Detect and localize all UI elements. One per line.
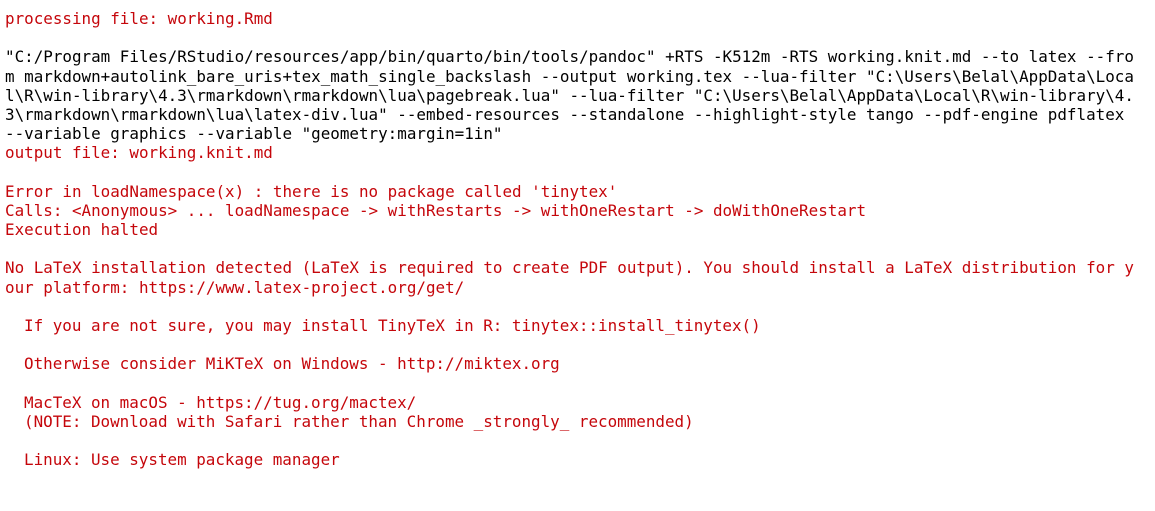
pandoc-command-line-2: m markdown+autolink_bare_uris+tex_math_s…	[5, 66, 1134, 86]
latex-missing-message-line-2: our platform: https://www.latex-project.…	[5, 277, 465, 297]
console-output[interactable]: processing file: working.Rmd "C:/Program…	[0, 0, 1155, 511]
pandoc-command-line-3: l\R\win-library\4.3\rmarkdown\rmarkdown\…	[5, 85, 1134, 105]
mactex-note: (NOTE: Download with Safari rather than …	[24, 411, 694, 431]
calls-traceback: Calls: <Anonymous> ... loadNamespace -> …	[5, 200, 867, 220]
miktex-tip: Otherwise consider MiKTeX on Windows - h…	[24, 354, 560, 374]
processing-file-message: processing file: working.Rmd	[5, 9, 273, 28]
pandoc-command-line-5: --variable graphics --variable "geometry…	[5, 124, 503, 144]
linux-tip: Linux: Use system package manager	[24, 450, 340, 470]
pandoc-command-line-1: "C:/Program Files/RStudio/resources/app/…	[5, 47, 1134, 67]
mactex-tip: MacTeX on macOS - https://tug.org/mactex…	[24, 392, 417, 412]
execution-halted-message: Execution halted	[5, 220, 159, 240]
error-message: Error in loadNamespace(x) : there is no …	[5, 181, 618, 201]
tinytex-tip: If you are not sure, you may install Tin…	[24, 316, 761, 335]
output-file-message: output file: working.knit.md	[5, 143, 273, 163]
latex-missing-message-line-1: No LaTeX installation detected (LaTeX is…	[5, 258, 1134, 278]
pandoc-command-line-4: 3\rmarkdown\rmarkdown\lua\latex-div.lua"…	[5, 104, 1125, 124]
